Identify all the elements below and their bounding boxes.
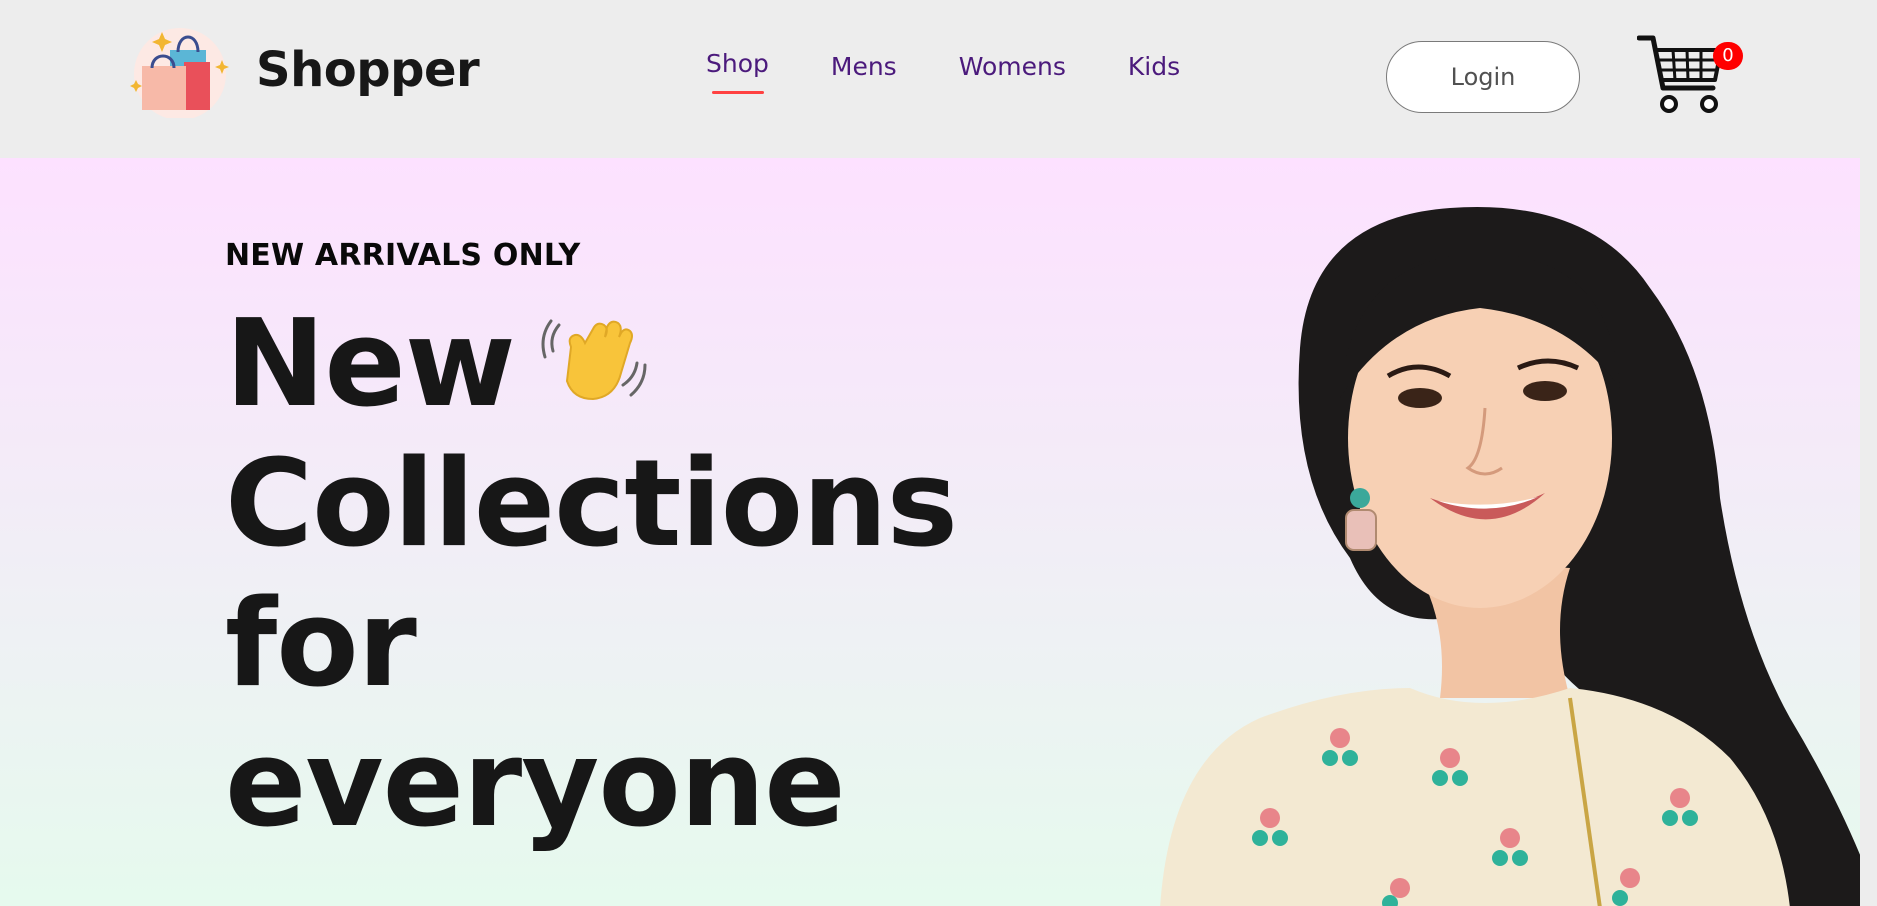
hero-title-line-4: everyone [225,715,846,854]
hero-title-line-3: for [225,575,417,714]
active-underline [712,91,764,94]
hero-eyebrow: NEW ARRIVALS ONLY [225,238,581,273]
smiling-woman-photo [1160,207,1860,906]
hero-title: New Collections for everyone [225,295,958,855]
nav-item-label: Mens [830,52,897,81]
nav-item-label: Womens [958,52,1066,81]
nav-item-mens[interactable]: Mens [831,52,897,81]
cart-button[interactable]: 0 [1637,30,1743,118]
nav-item-label: Shop [706,49,769,78]
page: Shopper Shop Mens Womens Kids Login 0 NE… [0,0,1877,906]
hero-image [1150,198,1860,906]
brand-name: Shopper [256,42,480,98]
hero-title-line-2: Collections [225,435,958,574]
cart-icon [1637,35,1723,113]
hero-section: NEW ARRIVALS ONLY New Collections for ev… [0,158,1860,906]
cart-count-badge: 0 [1713,42,1743,70]
nav-item-shop[interactable]: Shop [706,49,769,94]
shopping-bags-icon [130,28,229,118]
hero-title-line-1: New [225,295,957,435]
logo-link[interactable]: Shopper [126,22,480,118]
hero-title-word: New [225,295,516,434]
waving-hand-icon [541,319,647,401]
nav-item-label: Kids [1127,52,1181,81]
nav-menu: Shop Mens Womens Kids [706,49,1180,94]
hero-text: NEW ARRIVALS ONLY New Collections for ev… [225,238,958,855]
login-button[interactable]: Login [1386,41,1580,113]
nav-item-womens[interactable]: Womens [959,52,1066,81]
navbar: Shopper Shop Mens Womens Kids Login 0 [0,0,1860,158]
nav-item-kids[interactable]: Kids [1128,52,1180,81]
